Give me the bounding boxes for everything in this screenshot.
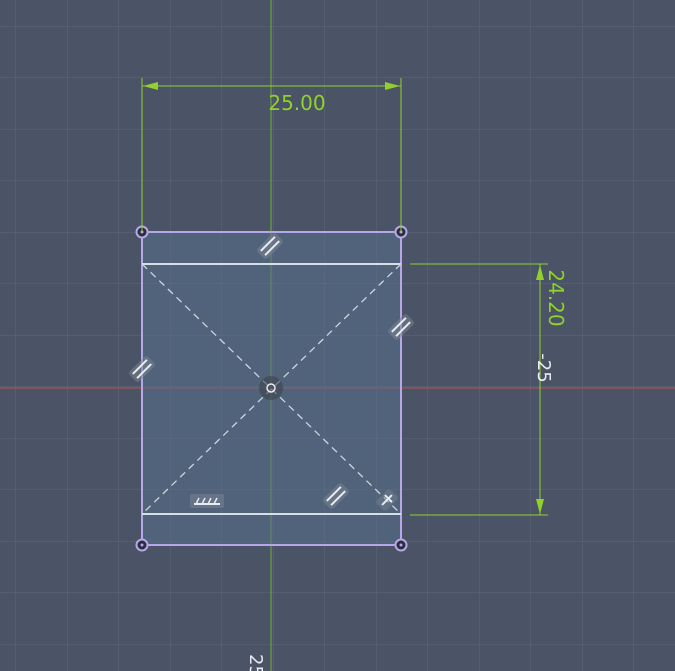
axis-label-right: -25: [533, 353, 554, 382]
center-point[interactable]: [259, 376, 283, 400]
horizontal-constraint-icon[interactable]: [190, 494, 224, 508]
corner-point-bottom-right[interactable]: [394, 538, 408, 552]
corner-point-bottom-left[interactable]: [135, 538, 149, 552]
height-dimension-value[interactable]: 24.20: [544, 269, 568, 326]
axis-label-bottom: 25: [245, 654, 266, 671]
width-dimension-value[interactable]: 25.00: [268, 91, 325, 115]
sketch-canvas[interactable]: 25.00 24.20 -25 25: [0, 0, 675, 671]
